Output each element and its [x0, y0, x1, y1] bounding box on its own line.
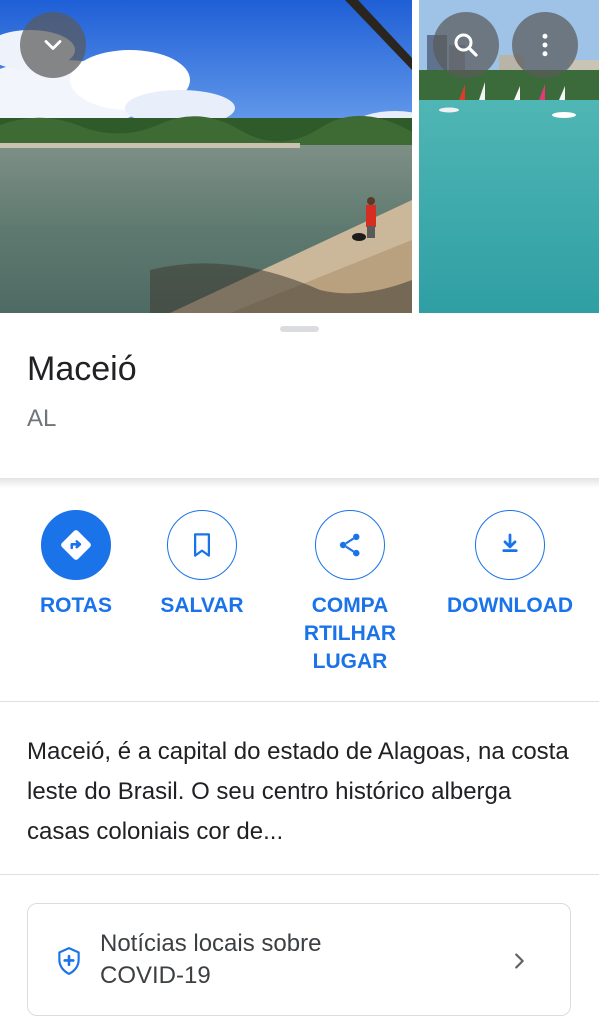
- save-circle: [167, 510, 237, 580]
- covid-news-line-2: COVID-19: [100, 962, 211, 989]
- drag-handle[interactable]: [280, 326, 319, 332]
- chevron-right-icon: [515, 953, 524, 969]
- directions-label: ROTAS: [40, 594, 112, 617]
- more-vert-icon: [542, 33, 548, 57]
- share-label: COMPA RTILHAR LUGAR: [304, 592, 396, 676]
- share-label-line-3: LUGAR: [312, 650, 388, 673]
- more-options-button[interactable]: [512, 12, 578, 78]
- shield-icon: [58, 947, 80, 975]
- divider: [0, 874, 599, 875]
- download-icon: [502, 533, 518, 552]
- share-circle: [315, 510, 385, 580]
- action-bar: ROTAS SALVAR COMPA RTILHAR LUGAR DOWNLOA…: [0, 510, 599, 680]
- place-sheet: Maceió AL ROTAS SALVAR COMPA RTILHAR LUG…: [0, 313, 599, 1024]
- directions-button[interactable]: ROTAS: [40, 510, 112, 620]
- back-button[interactable]: [20, 12, 86, 78]
- covid-news-line-1: Notícias locais sobre: [100, 930, 322, 957]
- download-button[interactable]: DOWNLOAD: [440, 510, 580, 620]
- share-icon: [339, 533, 360, 557]
- divider: [0, 701, 599, 702]
- save-label: SALVAR: [160, 594, 244, 617]
- covid-news-text: Notícias locais sobre COVID-19: [100, 928, 321, 992]
- share-button[interactable]: COMPA RTILHAR LUGAR: [295, 510, 405, 676]
- place-subtitle: AL: [27, 405, 57, 432]
- directions-circle: [41, 510, 111, 580]
- covid-news-card[interactable]: Notícias locais sobre COVID-19: [27, 903, 571, 1016]
- place-title: Maceió: [27, 350, 137, 388]
- chevron-down-icon: [44, 40, 62, 50]
- bookmark-icon: [194, 533, 210, 557]
- download-label: DOWNLOAD: [447, 594, 573, 617]
- share-label-line-1: COMPA: [311, 594, 389, 617]
- download-circle: [475, 510, 545, 580]
- photo-header: [0, 0, 599, 330]
- search-icon: [454, 33, 478, 57]
- search-button[interactable]: [433, 12, 499, 78]
- share-label-line-2: RTILHAR: [303, 622, 397, 645]
- directions-icon: [61, 530, 91, 560]
- save-button[interactable]: SALVAR: [152, 510, 252, 620]
- place-description[interactable]: Maceió, é a capital do estado de Alagoas…: [27, 732, 577, 852]
- section-divider: [0, 478, 599, 488]
